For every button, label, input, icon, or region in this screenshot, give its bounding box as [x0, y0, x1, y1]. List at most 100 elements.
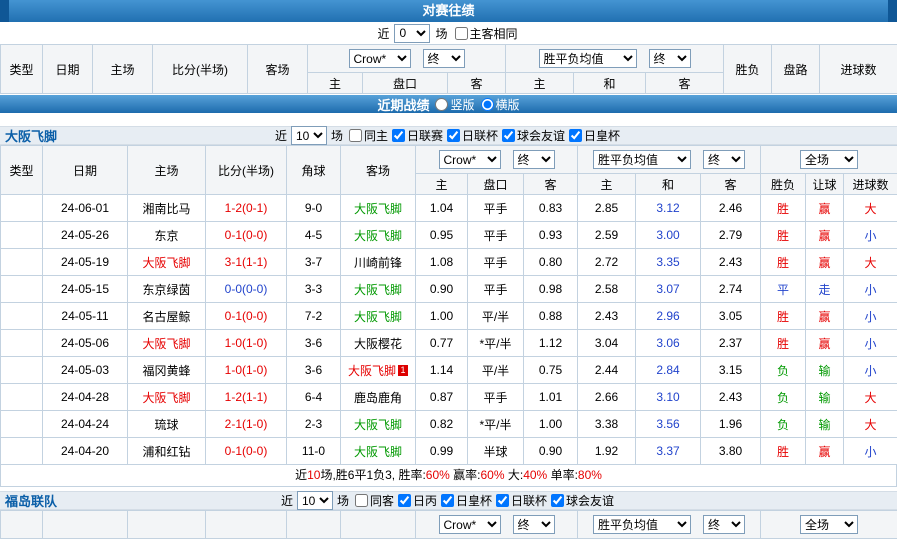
col-away: 客场 — [341, 146, 416, 195]
same-side-option[interactable]: 主客相同 — [455, 25, 518, 42]
home-team: 湘南比马 — [128, 195, 206, 222]
home-team: 浦和红钻 — [128, 438, 206, 465]
team1-header-row-1: 类型 日期 主场 比分(半场) 角球 客场 Crow* 终 胜 — [1, 146, 897, 174]
final-odds-select[interactable]: 终 — [513, 150, 555, 169]
filter-checkbox[interactable] — [355, 494, 368, 507]
avg-odds-select[interactable]: 胜平负均值 — [593, 150, 691, 169]
same-side-checkbox[interactable] — [455, 27, 468, 40]
result-badge: 胜 — [761, 303, 806, 330]
avg-lose-odds: 2.79 — [701, 222, 761, 249]
filter-option[interactable]: 同客 — [355, 492, 394, 509]
result-badge: 胜 — [761, 195, 806, 222]
match-row: 日职联24-06-01湘南比马1-2(0-1)9-0大阪飞脚1.04平手0.83… — [1, 195, 897, 222]
filter-checkbox[interactable] — [447, 129, 460, 142]
match-date: 24-05-15 — [43, 276, 128, 303]
header-cell-empty — [1, 511, 43, 539]
avg-win-odds: 2.43 — [578, 303, 636, 330]
away-team: 大阪飞脚 — [341, 303, 416, 330]
filter-checkbox[interactable] — [496, 494, 509, 507]
filter-checkbox[interactable] — [392, 129, 405, 142]
header-cell-empty — [43, 511, 128, 539]
bookmaker-select[interactable]: Crow* — [439, 150, 501, 169]
filter-checkbox[interactable] — [551, 494, 564, 507]
home-team: 琉球 — [128, 411, 206, 438]
filter-option[interactable]: 日联杯 — [447, 127, 498, 144]
avg-draw-odds: 3.07 — [636, 276, 701, 303]
filter-option[interactable]: 日丙 — [398, 492, 437, 509]
bookmaker-select[interactable]: Crow* — [439, 515, 501, 534]
handicap-odds-home: 0.77 — [416, 330, 468, 357]
handicap-odds-group: Crow* 终 — [416, 511, 578, 539]
filter-option[interactable]: 日皇杯 — [569, 127, 620, 144]
filter-checkbox[interactable] — [502, 129, 515, 142]
goals-result-badge: 大 — [844, 195, 897, 222]
team1-table: 类型 日期 主场 比分(半场) 角球 客场 Crow* 终 胜 — [0, 145, 897, 465]
handicap-odds-group: Crow* 终 — [416, 146, 578, 174]
handicap-result-badge: 赢 — [806, 195, 844, 222]
filter-option[interactable]: 日皇杯 — [441, 492, 492, 509]
handicap-result-badge: 输 — [806, 411, 844, 438]
final-odds-select[interactable]: 终 — [423, 49, 465, 68]
filter-option[interactable]: 日联赛 — [392, 127, 443, 144]
filter-checkbox-label: 球会友谊 — [566, 492, 614, 509]
col-away: 客场 — [248, 45, 308, 94]
games-label: 场 — [435, 25, 447, 42]
sub-col-handicap: 盘口 — [468, 174, 524, 195]
horizontal-radio[interactable] — [481, 98, 494, 111]
avg-win-odds: 2.85 — [578, 195, 636, 222]
horizontal-layout-option[interactable]: 横版 — [481, 96, 520, 113]
avg-odds-select[interactable]: 胜平负均值 — [593, 515, 691, 534]
filter-option[interactable]: 球会友谊 — [502, 127, 565, 144]
fullgame-select[interactable]: 全场 — [800, 150, 858, 169]
avg-lose-odds: 3.15 — [701, 357, 761, 384]
bookmaker-select[interactable]: Crow* — [349, 49, 411, 68]
sub-col-result: 胜负 — [761, 174, 806, 195]
avg-odds-group: 胜平负均值 终 — [506, 45, 724, 73]
league-badge: 日职联 — [1, 438, 43, 465]
final-odds-select[interactable]: 终 — [703, 515, 745, 534]
handicap-line: 平手 — [468, 222, 524, 249]
match-row: 日联杯24-04-24琉球2-1(1-0)2-3大阪飞脚0.82*平/半1.00… — [1, 411, 897, 438]
away-team: 大阪飞脚 — [341, 195, 416, 222]
fullgame-select[interactable]: 全场 — [800, 515, 858, 534]
result-badge: 负 — [761, 357, 806, 384]
league-badge: 日职联 — [1, 303, 43, 330]
match-row: 日职联24-05-26东京0-1(0-0)4-5大阪飞脚0.95平手0.932.… — [1, 222, 897, 249]
team2-name-link[interactable]: 福岛联队 — [5, 491, 57, 510]
final-odds-select[interactable]: 终 — [703, 150, 745, 169]
filter-checkbox-label: 日联赛 — [407, 127, 443, 144]
h2h-count-select[interactable]: 0 — [394, 24, 430, 43]
near-label: 近 — [377, 25, 389, 42]
home-team: 大阪飞脚 — [128, 384, 206, 411]
summary-segment: 近 — [295, 468, 307, 482]
filter-checkbox[interactable] — [398, 494, 411, 507]
team1-name-link[interactable]: 大阪飞脚 — [5, 126, 57, 145]
avg-odds-group: 胜平负均值 终 — [578, 511, 761, 539]
col-home: 主场 — [93, 45, 153, 94]
avg-lose-odds: 2.43 — [701, 384, 761, 411]
score-halftime: 2-1(1-0) — [206, 411, 287, 438]
filter-checkbox-label: 球会友谊 — [517, 127, 565, 144]
filter-checkbox[interactable] — [441, 494, 454, 507]
filter-option[interactable]: 日联杯 — [496, 492, 547, 509]
filter-option[interactable]: 同主 — [349, 127, 388, 144]
match-date: 24-04-20 — [43, 438, 128, 465]
handicap-odds-home: 0.95 — [416, 222, 468, 249]
team2-count-select[interactable]: 10 — [297, 491, 333, 510]
vertical-radio[interactable] — [435, 98, 448, 111]
avg-odds-select[interactable]: 胜平负均值 — [539, 49, 637, 68]
filter-option[interactable]: 球会友谊 — [551, 492, 614, 509]
handicap-odds-away: 1.01 — [524, 384, 578, 411]
vertical-layout-option[interactable]: 竖版 — [435, 96, 474, 113]
col-date: 日期 — [43, 146, 128, 195]
filter-checkbox[interactable] — [569, 129, 582, 142]
team1-count-select[interactable]: 10 — [291, 126, 327, 145]
final-odds-select[interactable]: 终 — [649, 49, 691, 68]
handicap-result-badge: 输 — [806, 357, 844, 384]
goals-result-badge: 大 — [844, 384, 897, 411]
avg-draw-odds: 3.37 — [636, 438, 701, 465]
final-odds-select[interactable]: 终 — [513, 515, 555, 534]
filter-checkbox[interactable] — [349, 129, 362, 142]
avg-lose-odds: 2.37 — [701, 330, 761, 357]
avg-lose-odds: 3.05 — [701, 303, 761, 330]
